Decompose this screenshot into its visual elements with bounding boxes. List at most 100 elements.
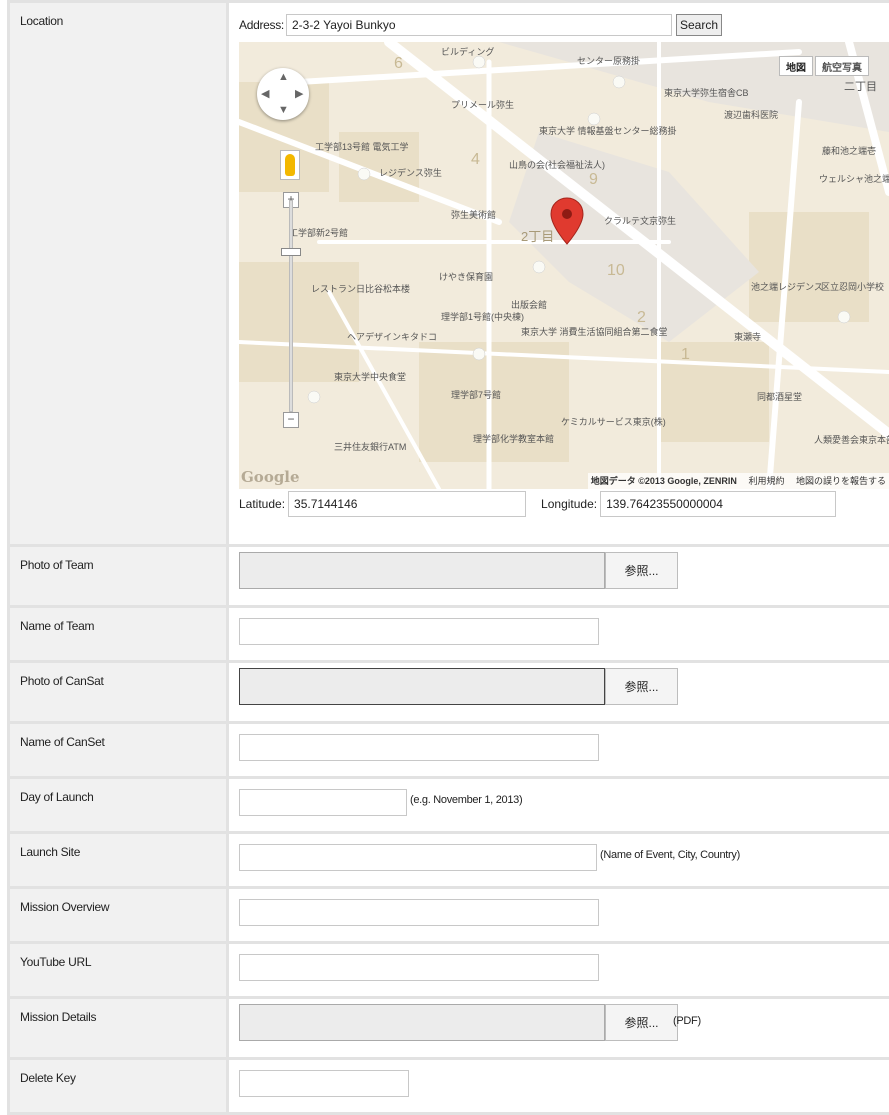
map-pan-control[interactable]: ▲ ▼ ◀ ▶	[257, 68, 309, 120]
map-block	[749, 212, 869, 322]
pan-down-icon[interactable]: ▼	[278, 104, 289, 116]
youtube-url-row: YouTube URL	[9, 943, 889, 998]
field-label-launch-site: Launch Site	[9, 833, 228, 888]
map-label: 東京大学 情報基盤センター総務掛	[539, 126, 677, 136]
map-label: プリメール弥生	[451, 100, 514, 110]
map-poi	[533, 261, 545, 273]
field-label-photo-of-team: Photo of Team	[9, 546, 228, 607]
mission-details-row: Mission Details 参照... (PDF)	[9, 998, 889, 1059]
map-label: 弥生美術館	[451, 210, 496, 220]
map-label: レストラン日比谷松本楼	[311, 284, 410, 294]
field-label-day-of-launch: Day of Launch	[9, 778, 228, 833]
map-label: 理学部1号館(中央棟)	[441, 312, 524, 322]
mission-overview-input[interactable]	[239, 899, 599, 926]
field-label-photo-of-cansat: Photo of CanSat	[9, 662, 228, 723]
launch-site-row: Launch Site (Name of Event, City, Countr…	[9, 833, 889, 888]
map-type-map-button[interactable]: 地図	[779, 56, 813, 76]
map-label: 出版会館	[511, 300, 547, 310]
map-copyright: 地図データ ©2013 Google, ZENRIN	[591, 476, 737, 486]
photo-of-cansat-file-input[interactable]: 参照...	[239, 668, 678, 705]
photo-of-cansat-path[interactable]	[239, 668, 605, 705]
photo-of-team-row: Photo of Team 参照...	[9, 546, 889, 607]
map-label: 東京大学弥生宿舎CB	[664, 88, 749, 98]
map-label: けやき保育園	[439, 272, 493, 282]
map-poi	[358, 168, 370, 180]
youtube-url-input[interactable]	[239, 954, 599, 981]
map-block	[659, 342, 769, 442]
map-label: 東瀬寺	[734, 332, 761, 342]
map-label: 藤和池之端壱	[822, 146, 876, 156]
photo-of-cansat-browse-button[interactable]: 参照...	[605, 668, 678, 705]
name-of-canset-row: Name of CanSet	[9, 723, 889, 778]
name-of-team-row: Name of Team	[9, 607, 889, 662]
pan-up-icon[interactable]: ▲	[278, 71, 289, 83]
longitude-input[interactable]: 139.76423550000004	[600, 491, 836, 517]
svg-text:6: 6	[394, 55, 403, 72]
zoom-slider-track[interactable]	[289, 200, 293, 412]
map-poi	[588, 113, 600, 125]
google-logo: Google	[241, 468, 300, 486]
map-terms-link[interactable]: 利用規約	[748, 476, 784, 486]
map-label: 池之端レジデンス	[751, 282, 823, 292]
address-line: Address: 2-3-2 Yayoi Bunkyo Search	[239, 13, 889, 37]
map-label: レジデンス弥生	[379, 168, 442, 178]
launch-site-hint: (Name of Event, City, Country)	[600, 849, 740, 861]
map-label: 山鳥の会(社会福祉法人)	[509, 160, 605, 170]
pan-right-icon[interactable]: ▶	[295, 87, 303, 100]
day-of-launch-input[interactable]	[239, 789, 407, 816]
cansat-form: Location Address: 2-3-2 Yayoi Bunkyo Sea…	[7, 0, 889, 1115]
map-label: クラルテ文京弥生	[604, 216, 676, 226]
photo-of-team-file-input[interactable]: 参照...	[239, 552, 678, 589]
address-input[interactable]: 2-3-2 Yayoi Bunkyo	[286, 14, 672, 36]
delete-key-row: Delete Key	[9, 1059, 889, 1114]
field-label-mission-overview: Mission Overview	[9, 888, 228, 943]
map-label: 理学部化学教室本館	[473, 434, 554, 444]
map-label: 東京大学中央食堂	[334, 372, 406, 382]
map-label: 東京大学 消費生活協同組合第二食堂	[521, 327, 668, 337]
photo-of-team-browse-button[interactable]: 参照...	[605, 552, 678, 589]
coordinates-line: Latitude: 35.7144146 Longitude: 139.7642…	[239, 491, 889, 517]
field-label-mission-details: Mission Details	[9, 998, 228, 1059]
field-label-youtube-url: YouTube URL	[9, 943, 228, 998]
mission-details-path[interactable]	[239, 1004, 605, 1041]
map-label: 理学部7号館	[451, 390, 501, 400]
map-label: 三井住友銀行ATM	[334, 442, 406, 452]
map-label: 2丁目	[521, 232, 554, 242]
map-label: ケミカルサービス東京(株)	[561, 417, 666, 427]
zoom-slider-thumb[interactable]	[281, 248, 301, 256]
svg-text:4: 4	[471, 151, 480, 168]
google-map[interactable]: 6 4 9 10 2 1 ビルディング センター原務掛 プリメール弥生 東京大学…	[239, 42, 889, 489]
map-label: 渡辺歯科医院	[724, 110, 778, 120]
map-type-satellite-button[interactable]: 航空写真	[815, 56, 869, 76]
location-row: Location Address: 2-3-2 Yayoi Bunkyo Sea…	[9, 2, 889, 546]
photo-of-team-path[interactable]	[239, 552, 605, 589]
svg-text:2: 2	[637, 309, 646, 326]
map-poi	[838, 311, 850, 323]
mission-details-file-input[interactable]: 参照...	[239, 1004, 678, 1041]
delete-key-input[interactable]	[239, 1070, 409, 1097]
latitude-input[interactable]: 35.7144146	[288, 491, 526, 517]
map-attribution: 地図データ ©2013 Google, ZENRIN 利用規約 地図の誤りを報告…	[588, 473, 889, 489]
launch-site-input[interactable]	[239, 844, 597, 871]
map-label: ヘアデザインキタドコ	[347, 332, 437, 342]
map-report-error-link[interactable]: 地図の誤りを報告する	[796, 476, 886, 486]
map-label: 工学部13号館 電気工学	[315, 142, 409, 152]
search-button[interactable]: Search	[676, 14, 722, 36]
map-label: 二丁目	[844, 82, 877, 92]
map-poi	[308, 391, 320, 403]
pan-left-icon[interactable]: ◀	[261, 87, 269, 100]
name-of-team-input[interactable]	[239, 618, 599, 645]
map-label: 同都酒星堂	[757, 392, 802, 402]
field-label-name-of-team: Name of Team	[9, 607, 228, 662]
name-of-canset-input[interactable]	[239, 734, 599, 761]
map-poi	[613, 76, 625, 88]
map-label: センター原務掛	[577, 56, 640, 66]
map-block	[239, 262, 359, 382]
zoom-out-button[interactable]: −	[283, 412, 299, 428]
mission-details-browse-button[interactable]: 参照...	[605, 1004, 678, 1041]
map-label: 区立忍岡小学校	[821, 282, 884, 292]
longitude-label: Longitude:	[541, 497, 597, 511]
photo-of-cansat-row: Photo of CanSat 参照...	[9, 662, 889, 723]
street-view-pegman-icon[interactable]	[280, 150, 300, 180]
svg-text:10: 10	[607, 262, 625, 279]
